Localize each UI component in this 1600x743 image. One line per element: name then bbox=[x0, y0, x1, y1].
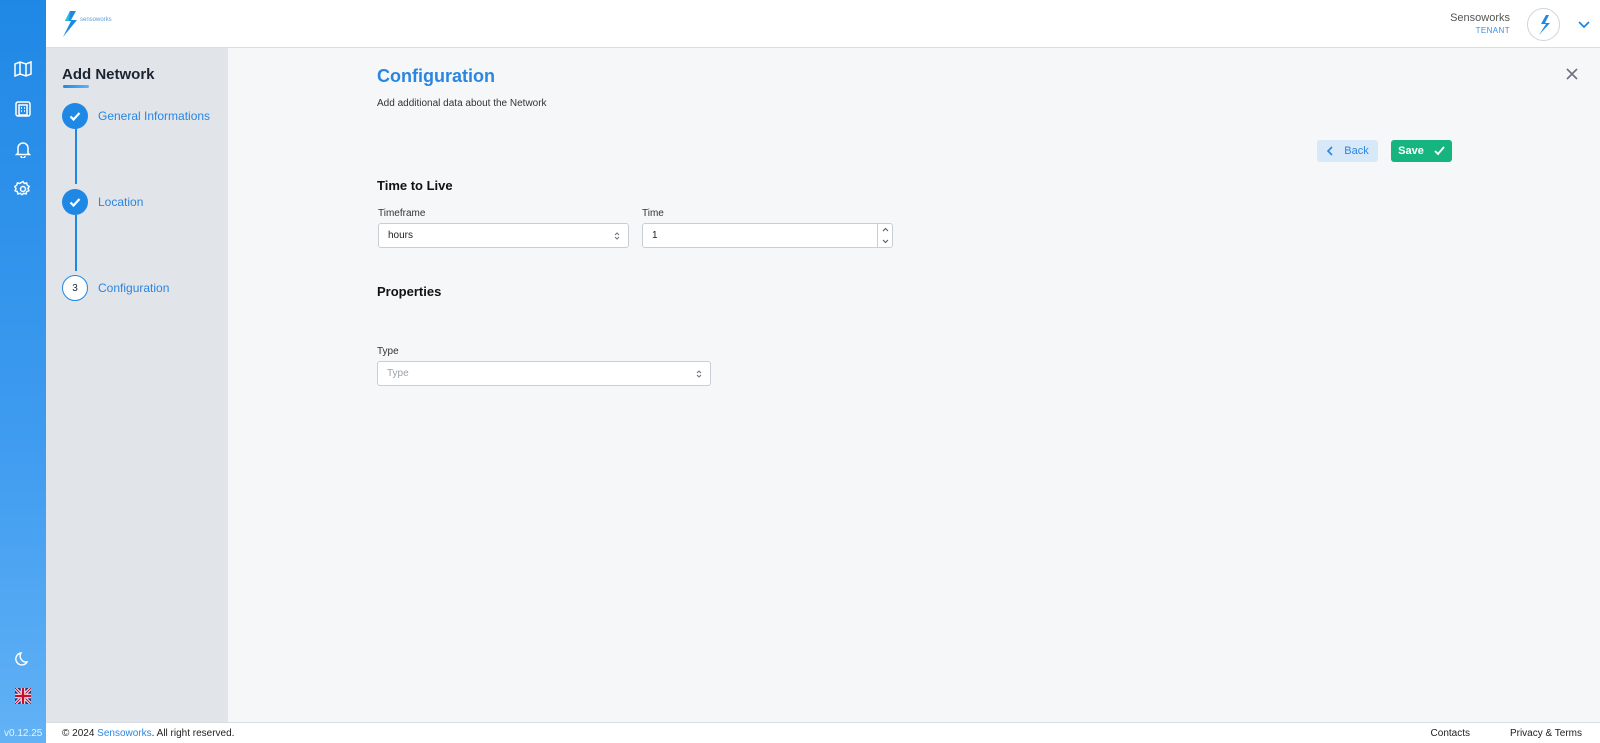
logo-text: sensoworks bbox=[80, 17, 112, 23]
stepper-panel: Add Network General Informations Locatio… bbox=[46, 48, 228, 722]
footer: © 2024 Sensoworks. All right reserved. C… bbox=[46, 722, 1600, 743]
step-general-informations[interactable]: General Informations bbox=[62, 103, 210, 129]
contacts-link[interactable]: Contacts bbox=[1431, 728, 1470, 739]
decrement-button[interactable] bbox=[878, 236, 892, 248]
step-configuration[interactable]: 3 Configuration bbox=[62, 275, 169, 301]
copyright-suffix: . All right reserved. bbox=[151, 728, 235, 739]
map-icon[interactable] bbox=[13, 59, 33, 79]
step-label: Location bbox=[98, 195, 144, 209]
stepper-title: Add Network bbox=[62, 66, 155, 83]
user-info: Sensoworks TENANT bbox=[1450, 12, 1510, 35]
title-underline bbox=[63, 85, 89, 88]
save-label: Save bbox=[1398, 145, 1424, 157]
moon-icon[interactable] bbox=[13, 649, 33, 669]
privacy-terms-link[interactable]: Privacy & Terms bbox=[1510, 728, 1582, 739]
bell-icon[interactable] bbox=[13, 139, 33, 159]
back-button[interactable]: Back bbox=[1317, 140, 1378, 162]
chevron-down-icon bbox=[882, 239, 888, 243]
type-label: Type bbox=[377, 346, 399, 357]
uk-flag-icon[interactable] bbox=[13, 686, 33, 706]
sensoworks-logo[interactable]: sensoworks bbox=[58, 8, 114, 40]
back-label: Back bbox=[1344, 145, 1369, 157]
step-connector bbox=[75, 215, 77, 271]
timeframe-select[interactable]: hours bbox=[378, 223, 629, 248]
gear-icon[interactable] bbox=[13, 179, 33, 199]
type-placeholder: Type bbox=[387, 368, 409, 379]
user-name: Sensoworks bbox=[1450, 12, 1510, 24]
app-version: v0.12.25 bbox=[4, 728, 43, 739]
ttl-section-title: Time to Live bbox=[377, 178, 453, 193]
step-label: General Informations bbox=[98, 109, 211, 123]
user-role: TENANT bbox=[1475, 26, 1510, 35]
icon-rail: v0.12.25 bbox=[0, 0, 46, 743]
top-bar: sensoworks Sensoworks TENANT bbox=[46, 0, 1600, 48]
close-icon[interactable] bbox=[1564, 66, 1580, 82]
time-label: Time bbox=[642, 208, 664, 219]
timeframe-value: hours bbox=[388, 230, 414, 241]
main-content: Configuration Add additional data about … bbox=[228, 48, 1600, 722]
timeframe-label: Timeframe bbox=[378, 208, 426, 219]
avatar[interactable] bbox=[1527, 8, 1560, 41]
time-input[interactable]: 1 bbox=[642, 223, 893, 248]
page-subtitle: Add additional data about the Network bbox=[377, 98, 547, 109]
check-icon bbox=[1434, 146, 1445, 156]
select-arrows-icon bbox=[696, 370, 702, 378]
chevron-down-icon[interactable] bbox=[1576, 16, 1592, 32]
step-location[interactable]: Location bbox=[62, 189, 143, 215]
number-spinner bbox=[877, 224, 892, 247]
copyright-prefix: © 2024 bbox=[62, 728, 98, 739]
step-label: Configuration bbox=[98, 281, 170, 295]
properties-section-title: Properties bbox=[377, 284, 442, 299]
step-number: 3 bbox=[62, 275, 88, 301]
select-arrows-icon bbox=[614, 232, 620, 240]
chevron-left-icon bbox=[1327, 146, 1333, 156]
save-button[interactable]: Save bbox=[1391, 140, 1452, 162]
page-title: Configuration bbox=[377, 66, 495, 86]
chevron-up-icon bbox=[882, 228, 888, 232]
type-select[interactable]: Type bbox=[377, 361, 711, 386]
check-icon bbox=[62, 103, 88, 129]
increment-button[interactable] bbox=[878, 224, 892, 236]
copyright: © 2024 Sensoworks. All right reserved. bbox=[62, 728, 234, 739]
time-value: 1 bbox=[652, 230, 658, 241]
check-icon bbox=[62, 189, 88, 215]
company-link[interactable]: Sensoworks bbox=[97, 728, 151, 739]
step-connector bbox=[75, 128, 77, 184]
building-icon[interactable] bbox=[13, 99, 33, 119]
